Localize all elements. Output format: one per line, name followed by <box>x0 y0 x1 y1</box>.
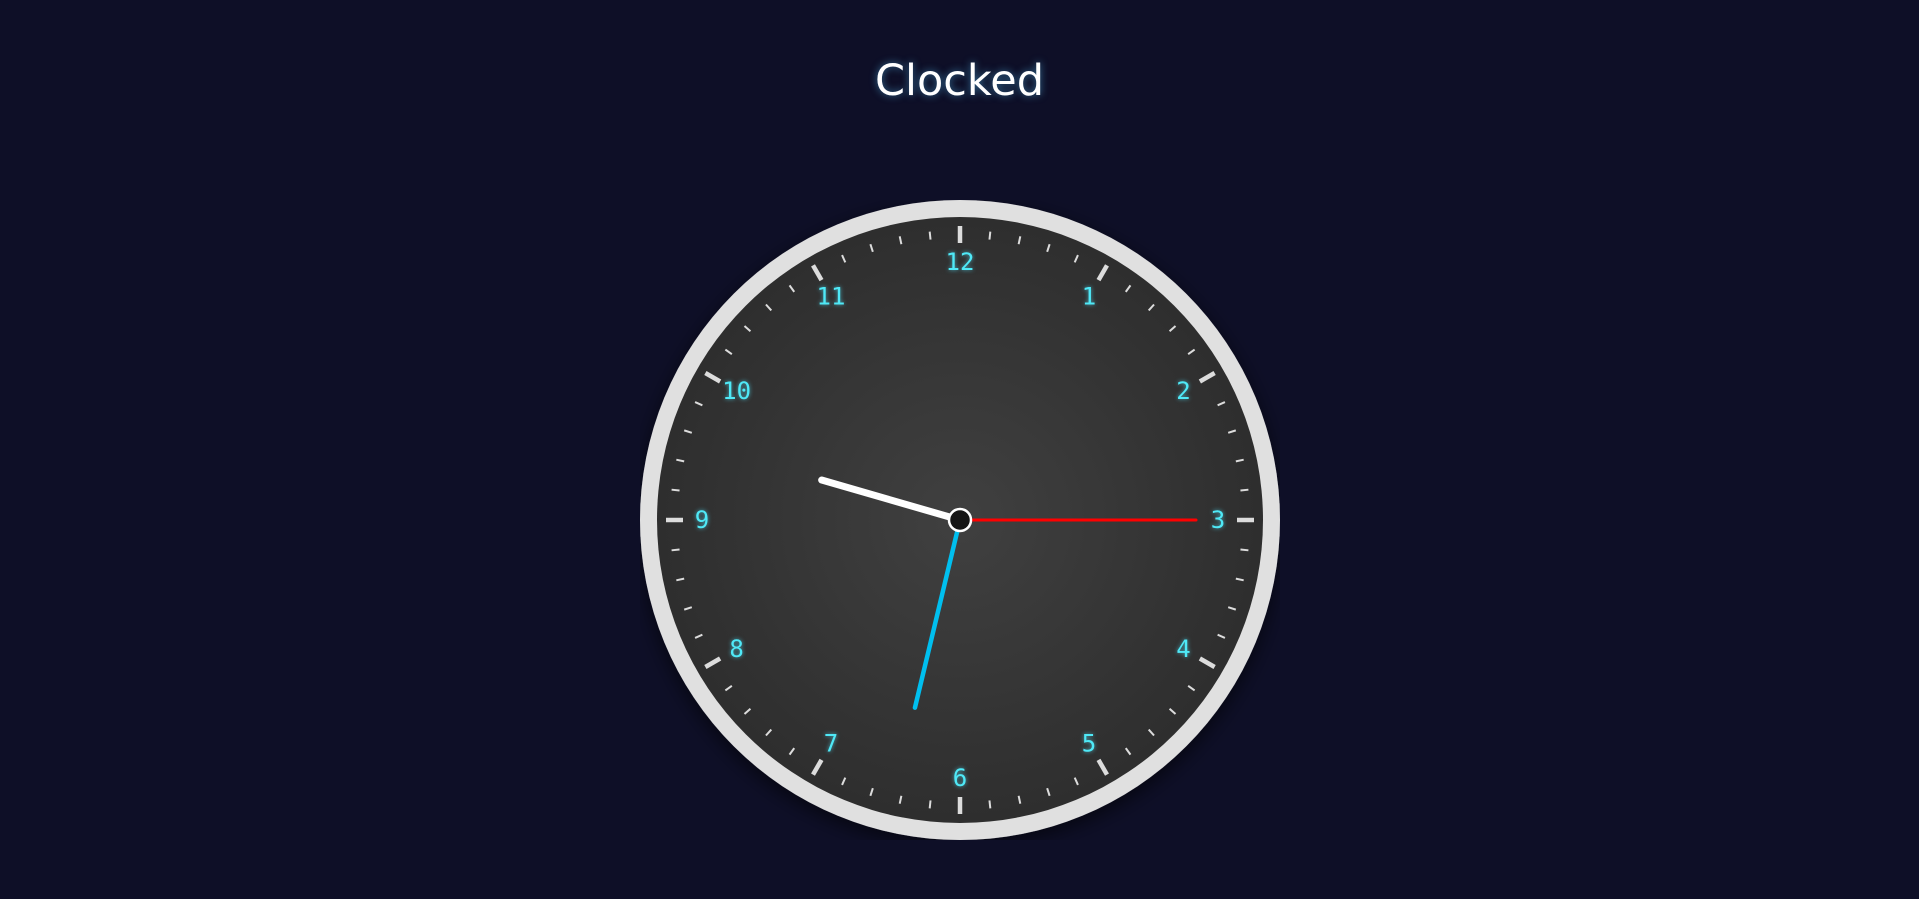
numeral-9: 9 <box>695 506 709 534</box>
minute-tick <box>671 548 680 552</box>
numeral-8: 8 <box>729 635 743 663</box>
minute-tick <box>988 231 992 240</box>
minute-tick <box>1240 488 1249 492</box>
numeral-10: 10 <box>722 377 751 405</box>
numeral-4: 4 <box>1176 635 1190 663</box>
minute-tick <box>988 800 992 809</box>
minute-tick <box>928 231 932 240</box>
numeral-5: 5 <box>1082 729 1096 757</box>
numeral-7: 7 <box>824 729 838 757</box>
numeral-3: 3 <box>1211 506 1225 534</box>
numeral-11: 11 <box>817 283 846 311</box>
analog-clock: 121234567891011 <box>640 200 1280 840</box>
page-title: Clocked <box>874 56 1045 106</box>
center-pin <box>947 507 973 533</box>
numeral-1: 1 <box>1082 283 1096 311</box>
numeral-2: 2 <box>1176 377 1190 405</box>
minute-tick <box>671 488 680 492</box>
numeral-6: 6 <box>953 764 967 792</box>
numeral-12: 12 <box>946 248 975 276</box>
minute-tick <box>928 800 932 809</box>
minute-tick <box>1240 548 1249 552</box>
